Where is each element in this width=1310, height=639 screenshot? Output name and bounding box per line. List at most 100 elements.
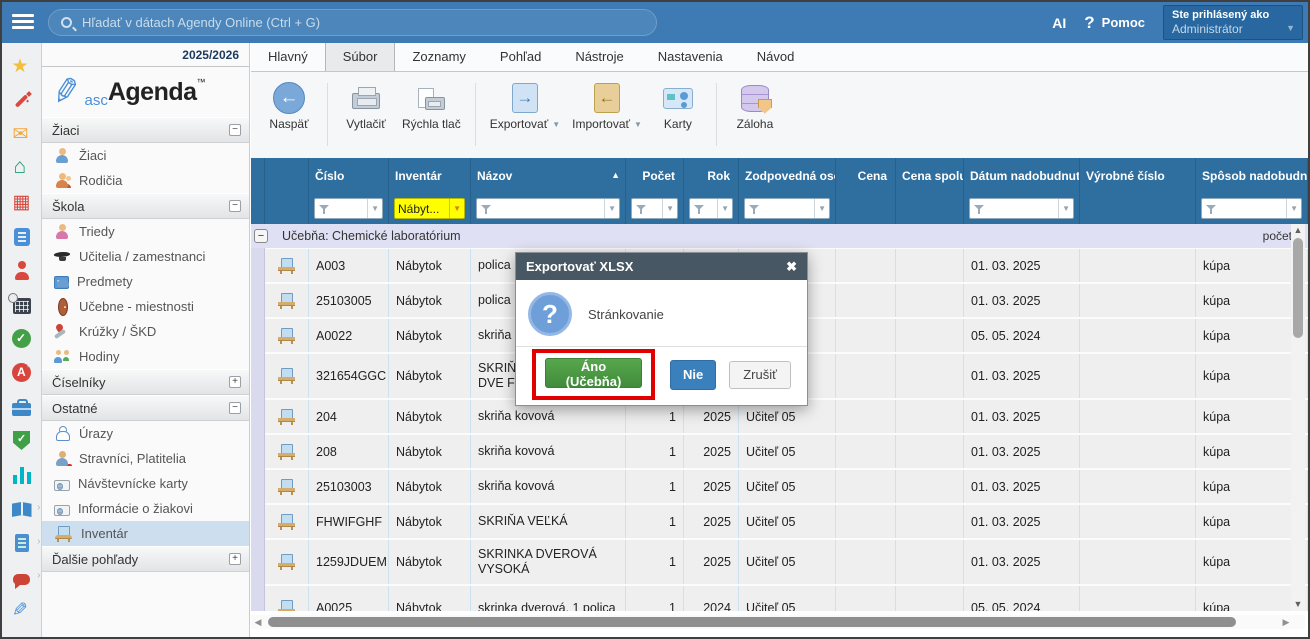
close-icon[interactable]: ✖	[786, 259, 797, 275]
sidebar-item-triedy[interactable]: Triedy	[42, 219, 249, 244]
tab-nastavenia[interactable]: Nastavenia	[641, 43, 740, 71]
filter-n-zov[interactable]: ▼	[476, 198, 620, 219]
table-row[interactable]: A0025Nábytokskrinka dverová, 1 polica120…	[251, 586, 1308, 611]
sidebar-section-ostatn[interactable]: Ostatné−	[42, 395, 249, 421]
cell-osoba[interactable]: Učiteľ 05	[739, 435, 836, 468]
cell-icon[interactable]	[265, 540, 309, 584]
table-row[interactable]: 1259JDUEMNábytokSKRINKA DVEROVÁ VYSOKÁ12…	[251, 540, 1308, 584]
scroll-down-icon[interactable]: ▼	[1291, 598, 1305, 611]
cell-pocet[interactable]: 1	[626, 586, 684, 611]
horizontal-scrollbar[interactable]: ◀ ▶	[251, 615, 1305, 629]
cell-cena_spolu[interactable]	[896, 284, 964, 317]
sidebar-section-kola[interactable]: Škola−	[42, 193, 249, 219]
cell-cena[interactable]	[836, 540, 896, 584]
mail-envelope-button[interactable]	[11, 125, 33, 145]
cell-cislo[interactable]: 1259JDUEM	[309, 540, 389, 584]
table-row[interactable]: FHWIFGHFNábytokSKRIŇA VEĽKÁ12025Učiteľ 0…	[251, 505, 1308, 538]
cell-pocet[interactable]: 1	[626, 435, 684, 468]
group-row[interactable]: − Učebňa: Chemické laboratórium počet	[251, 224, 1308, 248]
search-input[interactable]	[80, 14, 644, 31]
timetable-grid-button[interactable]	[11, 193, 33, 213]
control-shield-button[interactable]	[11, 431, 33, 451]
cell-cena[interactable]	[836, 586, 896, 611]
sidebar-item-rodi-ia[interactable]: Rodičia	[42, 168, 249, 193]
column-header-invent-r[interactable]: Inventár	[389, 158, 471, 195]
cell-datum[interactable]: 01. 03. 2025	[964, 435, 1080, 468]
cell-cena_spolu[interactable]	[896, 435, 964, 468]
column-header-slo[interactable]: Číslo	[309, 158, 389, 195]
communication-chat-button[interactable]: ›	[11, 567, 33, 587]
cell-vyrobne[interactable]	[1080, 249, 1196, 282]
scroll-right-icon[interactable]: ▶	[1279, 615, 1293, 629]
column-header-zodpovedn-osoba[interactable]: Zodpovedná osoba	[739, 158, 836, 195]
class-register-button[interactable]	[11, 227, 33, 247]
cell-cislo[interactable]: A0025	[309, 586, 389, 611]
cell-icon[interactable]	[265, 354, 309, 398]
cell-vyrobne[interactable]	[1080, 284, 1196, 317]
group-collapse-button[interactable]: −	[254, 229, 268, 243]
sidebar-section-al-ie-poh-ady[interactable]: Ďalšie pohľady+	[42, 546, 249, 572]
cell-icon[interactable]	[265, 319, 309, 352]
cell-rok[interactable]: 2025	[684, 540, 739, 584]
cell-rok[interactable]: 2025	[684, 470, 739, 503]
cell-rok[interactable]: 2025	[684, 435, 739, 468]
grades-a-button[interactable]	[11, 363, 33, 383]
sidebar-item-razy[interactable]: Úrazy	[42, 421, 249, 446]
filter-invent-r[interactable]: Nábyt...▼	[394, 198, 465, 219]
tab-hlavn[interactable]: Hlavný	[251, 43, 325, 71]
cell-cislo[interactable]: A003	[309, 249, 389, 282]
cell-icon[interactable]	[265, 470, 309, 503]
expand-icon[interactable]: +	[229, 553, 241, 565]
cell-osoba[interactable]: Učiteľ 05	[739, 540, 836, 584]
cell-inventar[interactable]: Nábytok	[389, 249, 471, 282]
statistics-chart-button[interactable]	[11, 465, 33, 485]
column-header-v-robn-slo[interactable]: Výrobné číslo	[1080, 158, 1196, 195]
column-header-d-tum-nadobudnutia[interactable]: Dátum nadobudnutia	[964, 158, 1080, 195]
cell-inventar[interactable]: Nábytok	[389, 319, 471, 352]
z-loha-button[interactable]: Záloha	[725, 79, 785, 158]
magic-wand-button[interactable]	[11, 91, 33, 111]
cell-vyrobne[interactable]	[1080, 319, 1196, 352]
cell-vyrobne[interactable]	[1080, 435, 1196, 468]
cell-datum[interactable]: 01. 03. 2025	[964, 354, 1080, 398]
cell-datum[interactable]: 01. 03. 2025	[964, 249, 1080, 282]
horizontal-scrollbar-thumb[interactable]	[268, 617, 1236, 627]
cell-cislo[interactable]: 204	[309, 400, 389, 433]
cell-icon[interactable]	[265, 284, 309, 317]
cell-cena[interactable]	[836, 400, 896, 433]
tab-n-vod[interactable]: Návod	[740, 43, 812, 71]
cell-vyrobne[interactable]	[1080, 586, 1196, 611]
sidebar-item-u-itelia-zamestnanci[interactable]: Učitelia / zamestnanci	[42, 244, 249, 269]
sidebar-item-stravn-ci-platitelia[interactable]: Stravníci, Platitelia	[42, 446, 249, 471]
column-header-rok[interactable]: Rok	[684, 158, 739, 195]
no-button[interactable]: Nie	[670, 360, 716, 390]
cell-cena[interactable]	[836, 470, 896, 503]
cell-vyrobne[interactable]	[1080, 400, 1196, 433]
cell-nazov[interactable]: skriňa kovová	[471, 435, 626, 468]
cell-cena_spolu[interactable]	[896, 249, 964, 282]
column-header-n-zov[interactable]: Názov▲	[471, 158, 626, 195]
sidebar-item-inform-cie-o-iakovi[interactable]: Informácie o žiakovi	[42, 496, 249, 521]
cell-pocet[interactable]: 1	[626, 470, 684, 503]
column-header-cena-spolu[interactable]: Cena spolu	[896, 158, 964, 195]
tab-n-stroje[interactable]: Nástroje	[558, 43, 640, 71]
tab-zoznamy[interactable]: Zoznamy	[395, 43, 482, 71]
cell-inventar[interactable]: Nábytok	[389, 505, 471, 538]
cell-datum[interactable]: 01. 03. 2025	[964, 540, 1080, 584]
importova-button[interactable]: ←Importovať▼	[566, 79, 648, 158]
scroll-up-icon[interactable]: ▲	[1291, 224, 1305, 237]
collapse-icon[interactable]: −	[229, 124, 241, 136]
vertical-scrollbar-thumb[interactable]	[1293, 238, 1303, 338]
help-button[interactable]: ?Pomoc	[1084, 13, 1145, 33]
cell-datum[interactable]: 01. 03. 2025	[964, 505, 1080, 538]
tab-s-bor[interactable]: Súbor	[325, 43, 396, 71]
cell-cena[interactable]	[836, 319, 896, 352]
cell-inventar[interactable]: Nábytok	[389, 470, 471, 503]
hamburger-menu-icon[interactable]	[12, 14, 34, 30]
filter-zodpovedn-osoba[interactable]: ▼	[744, 198, 830, 219]
scroll-left-icon[interactable]: ◀	[251, 615, 265, 629]
cell-cena[interactable]	[836, 435, 896, 468]
cell-icon[interactable]	[265, 435, 309, 468]
library-book-button[interactable]: ›	[11, 499, 33, 519]
sidebar-item-u-ebne-miestnosti[interactable]: Učebne - miestnosti	[42, 294, 249, 319]
